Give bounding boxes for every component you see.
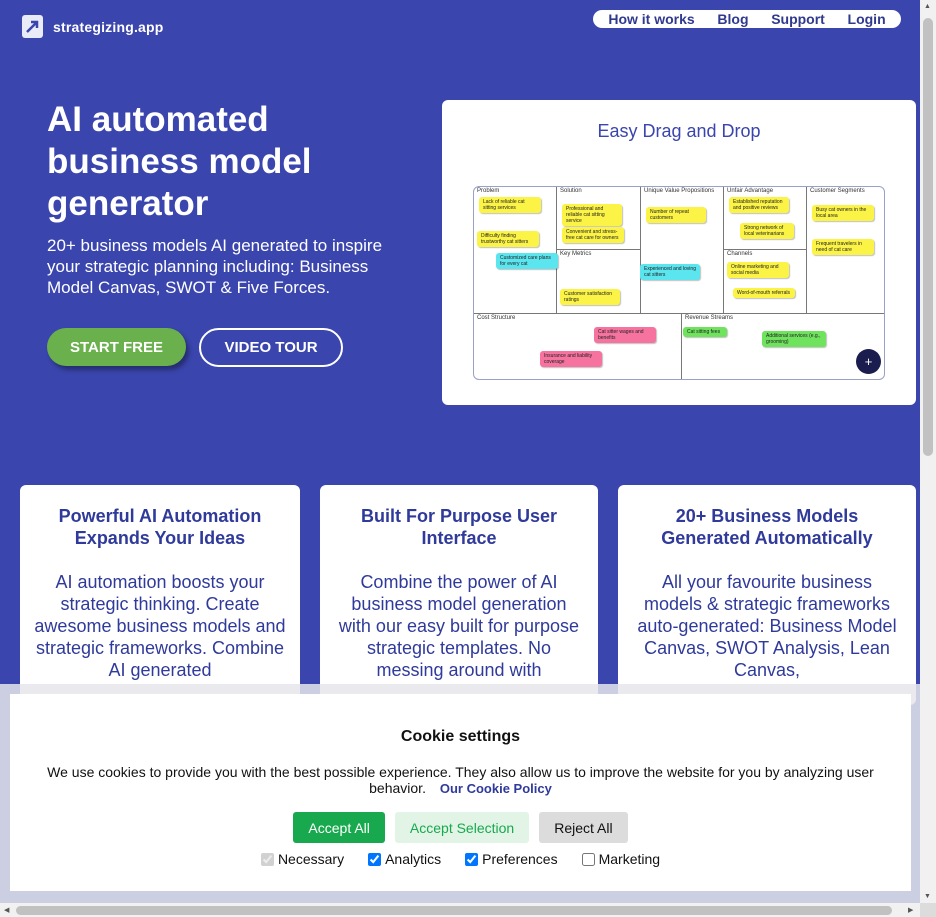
feature-card-ai-automation: Powerful AI Automation Expands Your Idea…	[20, 485, 300, 705]
sticky-note[interactable]: Customer satisfaction ratings	[560, 289, 620, 305]
accept-all-button[interactable]: Accept All	[293, 812, 385, 843]
necessary-label: Necessary	[277, 851, 345, 867]
sticky-note[interactable]: Busy cat owners in the local area	[812, 205, 874, 221]
sticky-note[interactable]: Additional services (e.g., grooming)	[762, 331, 826, 347]
cookie-title: Cookie settings	[400, 728, 521, 745]
sticky-note[interactable]: Cat sitter wages and benefits	[594, 327, 656, 343]
nav-blog[interactable]: Blog	[717, 11, 748, 27]
marketing-checkbox[interactable]	[581, 852, 595, 866]
cell-label: Key Metrics	[560, 251, 592, 257]
vertical-scrollbar[interactable]: ▲ ▼	[920, 0, 936, 903]
feature-body: All your favourite business models & str…	[637, 572, 897, 680]
feature-title: 20+ Business Models Generated Automatica…	[661, 506, 873, 548]
preferences-label: Preferences	[482, 851, 558, 867]
necessary-option: Necessary	[260, 851, 345, 867]
sticky-note[interactable]: Frequent travelers in need of cat care	[812, 239, 874, 255]
preferences-option[interactable]: Preferences	[465, 851, 558, 867]
cookie-buttons: Accept All Accept Selection Reject All	[10, 812, 911, 843]
cookie-dialog: Cookie settings We use cookies to provid…	[10, 694, 911, 891]
cell-label: Channels	[727, 251, 753, 257]
brand[interactable]: strategizing.app	[22, 15, 164, 38]
vertical-scroll-thumb[interactable]	[923, 18, 933, 456]
nav-login[interactable]: Login	[848, 11, 886, 27]
horizontal-scroll-thumb[interactable]	[16, 906, 892, 915]
cell-label: Unique Value Propositions	[644, 188, 715, 194]
cookie-policy-link[interactable]: Our Cookie Policy	[440, 781, 552, 796]
brand-name: strategizing.app	[53, 18, 164, 35]
accept-selection-button[interactable]: Accept Selection	[394, 812, 530, 843]
feature-card-user-interface: Built For Purpose User Interface Combine…	[320, 485, 598, 705]
scroll-right-icon[interactable]: ▶	[908, 906, 913, 914]
necessary-checkbox	[260, 852, 274, 866]
demo-title: Easy Drag and Drop	[597, 121, 761, 141]
cell-label: Problem	[477, 188, 500, 194]
sticky-note[interactable]: Lack of reliable cat sitting services	[479, 197, 541, 213]
sticky-note[interactable]: Insurance and liability coverage	[540, 351, 602, 367]
cell-unfair-advantage: Unfair Advantage	[723, 187, 807, 250]
add-note-button[interactable]: +	[856, 349, 881, 374]
cell-cost-structure: Cost Structure	[474, 313, 682, 379]
start-free-button[interactable]: START FREE	[47, 328, 186, 366]
marketing-option[interactable]: Marketing	[581, 851, 661, 867]
cell-label: Revenue Streams	[685, 315, 734, 321]
sticky-note[interactable]: Number of repeat customers	[646, 207, 706, 223]
cell-label: Solution	[560, 188, 582, 194]
sticky-note[interactable]: Experienced and loving cat sitters	[640, 264, 700, 280]
analytics-label: Analytics	[385, 851, 442, 867]
sticky-note[interactable]: Word-of-mouth referrals	[733, 288, 795, 298]
feature-title: Built For Purpose User Interface	[360, 506, 558, 548]
reject-all-button[interactable]: Reject All	[539, 812, 628, 843]
sticky-note[interactable]: Cat sitting fees	[683, 327, 727, 337]
sticky-note[interactable]: Difficulty finding trustworthy cat sitte…	[477, 231, 539, 247]
cell-channels: Channels	[723, 249, 807, 314]
feature-body: AI automation boosts your strategic thin…	[34, 572, 286, 680]
hero-subtitle: 20+ business models AI generated to insp…	[47, 236, 383, 297]
scroll-up-icon[interactable]: ▲	[924, 3, 931, 10]
sticky-note[interactable]: Convenient and stress-free cat care for …	[562, 227, 624, 243]
cookie-message: We use cookies to provide you with the b…	[47, 764, 874, 797]
nav-support[interactable]: Support	[771, 11, 825, 27]
sticky-note[interactable]: Customized care plans for every cat	[496, 253, 558, 269]
cell-label: Cost Structure	[477, 315, 516, 321]
app-logo-icon	[22, 15, 43, 38]
hero-title: AI automated business model generator	[47, 100, 312, 223]
cell-label: Customer Segments	[810, 188, 865, 194]
horizontal-scrollbar[interactable]: ◀ ▶	[0, 903, 920, 917]
lean-canvas-preview[interactable]: Problem Solution Key Metrics Unique Valu…	[473, 186, 885, 380]
sticky-note[interactable]: Professional and reliable cat sitting se…	[562, 204, 622, 226]
cell-label: Unfair Advantage	[727, 188, 774, 194]
preferences-checkbox[interactable]	[465, 852, 479, 866]
sticky-note[interactable]: Established reputation and positive revi…	[729, 197, 789, 213]
top-nav: How it works Blog Support Login	[593, 10, 901, 28]
scroll-left-icon[interactable]: ◀	[4, 906, 9, 914]
analytics-checkbox[interactable]	[368, 852, 382, 866]
scrollbar-corner	[920, 903, 936, 917]
nav-how-it-works[interactable]: How it works	[608, 11, 694, 27]
sticky-note[interactable]: Online marketing and social media	[727, 262, 789, 278]
cookie-checkboxes: Necessary Analytics Preferences Marketin…	[10, 851, 911, 867]
feature-card-business-models: 20+ Business Models Generated Automatica…	[618, 485, 916, 705]
analytics-option[interactable]: Analytics	[368, 851, 441, 867]
demo-card: Easy Drag and Drop Problem Solution Key …	[442, 100, 916, 405]
marketing-label: Marketing	[598, 851, 661, 867]
feature-body: Combine the power of AI business model g…	[338, 572, 580, 680]
video-tour-button[interactable]: VIDEO TOUR	[199, 328, 343, 367]
cell-uvp: Unique Value Propositions	[640, 187, 724, 314]
feature-title: Powerful AI Automation Expands Your Idea…	[58, 506, 262, 548]
scroll-down-icon[interactable]: ▼	[924, 893, 931, 900]
sticky-note[interactable]: Strong network of local veterinarians	[740, 223, 794, 239]
